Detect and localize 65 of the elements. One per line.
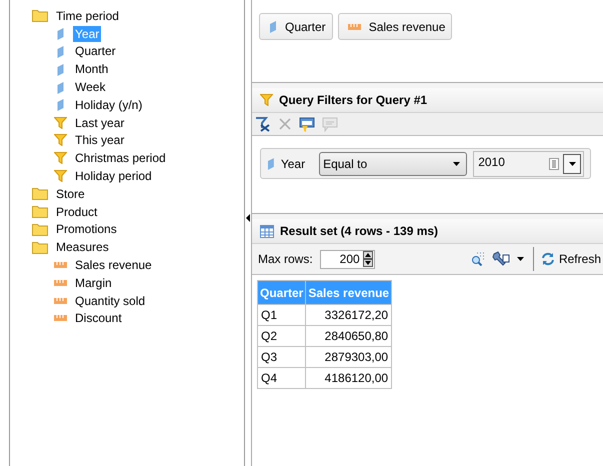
tree-item[interactable]: Margin	[73, 274, 114, 291]
tree-item[interactable]: Sales revenue	[73, 257, 154, 274]
funnel-icon	[54, 152, 67, 164]
table-cell: Q1	[258, 304, 306, 326]
table-cell: Q3	[258, 346, 306, 368]
table-cell: Q2	[258, 326, 306, 346]
result-object-chip[interactable]: Sales revenue	[338, 13, 452, 40]
ruler-icon	[54, 262, 67, 268]
operator-dropdown[interactable]: Equal to	[319, 152, 468, 176]
table-cell: 4186120,00	[306, 368, 392, 388]
tree-item[interactable]: This year	[73, 132, 126, 148]
filter-object: Year	[280, 156, 306, 170]
tree-item[interactable]: Christmas period	[73, 150, 168, 166]
value-dropdown-button[interactable]	[563, 154, 581, 174]
funnel-icon	[54, 134, 67, 146]
refresh-button[interactable]: Refresh	[540, 252, 603, 266]
tree-item[interactable]: Last year	[73, 114, 126, 131]
ruler-icon	[54, 315, 67, 322]
tree-item[interactable]: Promotions	[54, 221, 119, 238]
folder-icon	[32, 222, 48, 236]
funnel-icon	[260, 94, 273, 106]
dropdown-arrow-icon[interactable]	[516, 257, 524, 261]
clear-filters-icon[interactable]	[255, 116, 271, 132]
tree-item[interactable]: Quantity sold	[73, 292, 148, 309]
panel-title: Query Filters for Query #1	[279, 93, 428, 107]
dropdown-arrow-icon	[568, 162, 576, 166]
panel-title: Result set (4 rows - 139 ms)	[280, 224, 438, 238]
folder-icon	[32, 9, 48, 22]
table-icon	[260, 224, 274, 238]
folder-icon	[32, 187, 48, 200]
tree-item[interactable]: Quarter	[73, 43, 118, 60]
tree-item[interactable]: Measures	[54, 239, 111, 256]
value-field[interactable]: 2010	[473, 150, 584, 176]
table-cell: Q4	[258, 368, 306, 388]
funnel-icon	[54, 170, 67, 182]
result-object-chip[interactable]: Quarter	[259, 13, 333, 40]
ruler-icon	[54, 298, 67, 304]
list-icon[interactable]	[549, 158, 559, 170]
ruler-icon	[348, 24, 361, 30]
table-cell: 3326172,20	[306, 304, 392, 326]
tree-item[interactable]: Holiday period	[73, 168, 154, 184]
grid-search-icon[interactable]	[470, 252, 485, 266]
filter-panel-icon[interactable]	[299, 116, 315, 132]
dimension-icon	[269, 20, 277, 33]
refresh-icon	[540, 252, 555, 266]
spinner-arrows-icon[interactable]	[362, 251, 373, 267]
tree-item[interactable]: Time period	[54, 8, 121, 24]
folder-icon	[32, 240, 48, 254]
tree-item[interactable]: Store	[54, 186, 87, 202]
folder-icon	[32, 205, 48, 218]
tree-item[interactable]: Product	[54, 204, 100, 220]
max-rows-spinner[interactable]: 200	[320, 250, 375, 268]
collapse-arrow-icon[interactable]	[246, 214, 250, 222]
tree-item[interactable]: Discount	[73, 310, 124, 326]
table-cell: 2879303,00	[306, 346, 392, 368]
table-cell: 2840650,80	[306, 326, 392, 346]
max-rows-label: Max rows:	[258, 252, 313, 266]
tree-item[interactable]: Holiday (y/n)	[73, 96, 144, 113]
dimension-icon	[267, 157, 275, 170]
wrench-icon[interactable]	[492, 251, 510, 267]
dropdown-arrow-icon	[453, 162, 460, 166]
funnel-icon	[54, 116, 67, 129]
ruler-icon	[54, 280, 67, 286]
tree-item[interactable]: Month	[73, 61, 110, 78]
tree-item[interactable]: Week	[73, 79, 108, 96]
